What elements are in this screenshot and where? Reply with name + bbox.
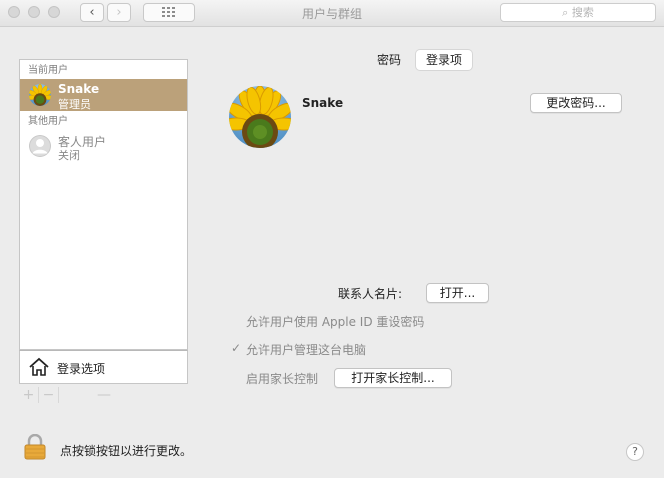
user-name: Snake [58, 82, 100, 96]
lock-hint-text: 点按锁按钮以进行更改。 [60, 444, 193, 458]
guest-status: 关闭 [58, 149, 80, 162]
current-user-section-header: 当前用户 [28, 65, 68, 76]
action-menu-button[interactable]: — [59, 387, 149, 403]
parental-controls-label: 启用家长控制 [246, 372, 319, 386]
tab-login-items[interactable]: 登录项 [416, 50, 473, 70]
users-list: 当前用户 Snake 管理员 其他用户 客人用户 关闭 [19, 59, 188, 350]
add-user-button[interactable]: + [19, 387, 39, 403]
person-icon [29, 135, 51, 157]
sidebar-toolbar: + − — [19, 385, 188, 405]
open-parental-controls-button[interactable]: 打开家长控制... [334, 368, 452, 388]
search-placeholder: 搜索 [571, 6, 594, 19]
search-icon: ⌕ [562, 6, 569, 19]
remove-user-button[interactable]: − [39, 387, 59, 403]
login-options-item[interactable]: 登录选项 [19, 350, 188, 384]
user-role: 管理员 [58, 98, 91, 111]
sunflower-avatar[interactable] [229, 86, 291, 148]
other-users-section-header: 其他用户 [28, 116, 68, 127]
help-button[interactable]: ? [626, 443, 644, 461]
user-row-guest[interactable]: 客人用户 关闭 [20, 130, 187, 162]
tab-password[interactable]: 密码 [377, 50, 401, 70]
user-row-snake[interactable]: Snake 管理员 [20, 79, 187, 111]
change-password-button[interactable]: 更改密码... [530, 93, 622, 113]
sunflower-avatar-small [29, 84, 51, 106]
checkmark-icon: ✓ [231, 341, 242, 355]
login-options-label: 登录选项 [57, 362, 106, 376]
search-field[interactable]: ⌕ 搜索 [500, 3, 656, 22]
house-icon [29, 357, 49, 376]
lock-icon[interactable] [24, 433, 46, 460]
user-full-name: Snake [302, 96, 344, 110]
open-contact-button[interactable]: 打开... [426, 283, 489, 303]
title-bar: ‹ › 用户与群组 ⌕ 搜索 [0, 0, 664, 27]
contact-card-label: 联系人名片: [338, 287, 403, 301]
apple-id-reset-option[interactable]: 允许用户使用 Apple ID 重设密码 [246, 313, 424, 330]
allow-admin-option[interactable]: 允许用户管理这台电脑 [246, 341, 366, 358]
